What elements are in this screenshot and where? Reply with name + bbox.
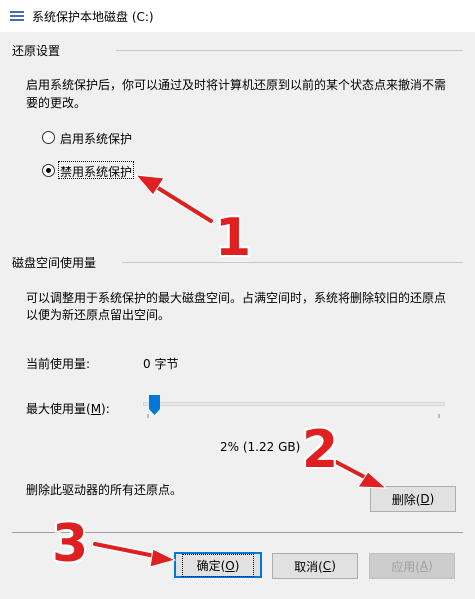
slider-value-text: 2% (1.22 GB) [220, 440, 301, 454]
restore-description-line2: 要的更改。 [26, 96, 87, 110]
apply-button: 应用(A) [369, 553, 455, 579]
max-usage-slider-ticks [147, 414, 440, 418]
disk-usage-heading: 磁盘空间使用量 [12, 256, 97, 270]
current-usage-value: 0 字节 [143, 357, 179, 371]
disable-protection-label[interactable]: 禁用系统保护 [60, 163, 132, 180]
arrow-1 [134, 174, 215, 225]
arrow-2 [332, 458, 388, 489]
restore-description-line1: 启用系统保护后，你可以通过及时将计算机还原到以前的某个状态点来撤消不需 [26, 78, 447, 92]
enable-protection-radio[interactable] [42, 131, 55, 144]
max-usage-slider-thumb[interactable] [148, 395, 160, 415]
ok-button[interactable]: 确定(O) [174, 552, 262, 578]
current-usage-label: 当前使用量: [26, 357, 91, 371]
disk-usage-divider [122, 262, 463, 263]
arrow-3 [91, 540, 177, 568]
cancel-button[interactable]: 取消(C) [272, 553, 358, 579]
system-properties-icon [10, 11, 24, 21]
max-usage-slider-track[interactable] [143, 402, 445, 406]
window-title: 系统保护本地磁盘 (C:) [32, 10, 154, 24]
annotation-step-2: 2 [302, 420, 339, 480]
restore-settings-heading: 还原设置 [12, 44, 61, 58]
max-usage-label: 最大使用量(M): [26, 402, 110, 416]
restore-settings-divider [116, 50, 463, 51]
annotation-step-3: 3 [52, 514, 89, 574]
enable-protection-label[interactable]: 启用系统保护 [60, 130, 132, 147]
disk-usage-description-line1: 可以调整用于系统保护的最大磁盘空间。占满空间时，系统将删除较旧的还原点 [26, 291, 447, 305]
title-bar: 系统保护本地磁盘 (C:) [0, 0, 475, 32]
delete-restore-points-text: 删除此驱动器的所有还原点。 [26, 483, 183, 497]
disable-protection-radio[interactable] [42, 164, 55, 177]
disk-usage-description-line2: 以便为新还原点留出空间。 [26, 308, 171, 322]
delete-button[interactable]: 删除(D) [370, 486, 456, 512]
annotation-step-1: 1 [215, 208, 252, 268]
